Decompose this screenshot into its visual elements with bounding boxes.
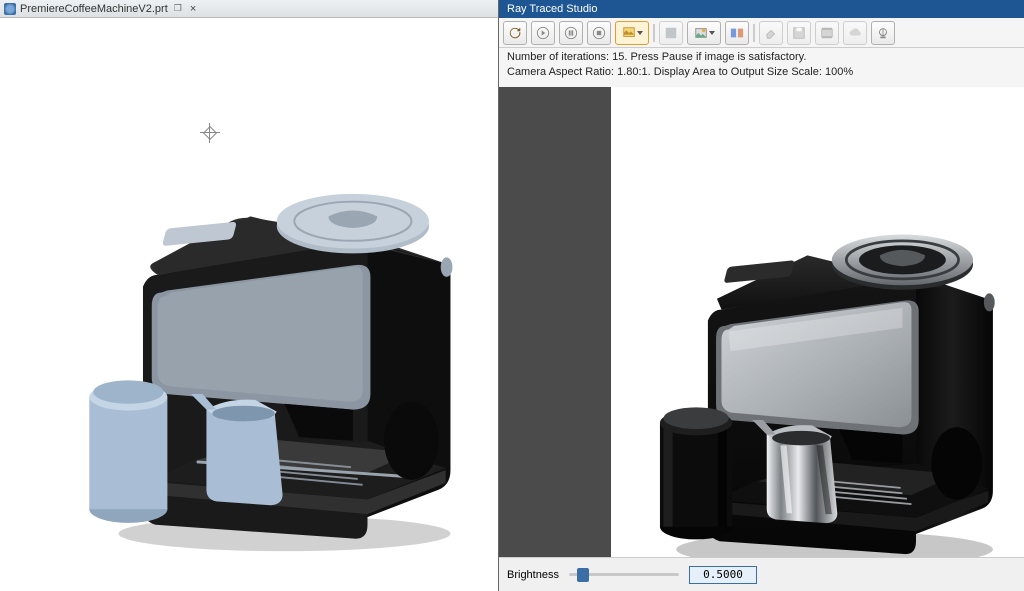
toolbar-separator bbox=[653, 24, 655, 42]
output-scale-value: 100% bbox=[825, 66, 853, 78]
brightness-label: Brightness bbox=[507, 569, 559, 581]
brightness-value-field[interactable]: 0.5000 bbox=[689, 566, 757, 584]
coffee-machine-rendered bbox=[631, 192, 1011, 557]
render-mode-dropdown[interactable] bbox=[615, 21, 649, 45]
iterations-value: 15 bbox=[612, 51, 624, 63]
model-viewport[interactable] bbox=[0, 18, 498, 591]
toolbar-separator-2 bbox=[753, 24, 755, 42]
render-viewport[interactable] bbox=[499, 87, 1024, 557]
render-status-text: Number of iterations: 15. Press Pause if… bbox=[499, 48, 1024, 87]
popout-icon[interactable]: ❐ bbox=[174, 3, 182, 14]
compare-button[interactable] bbox=[725, 21, 749, 45]
close-tab-icon[interactable]: × bbox=[188, 3, 198, 15]
brightness-slider[interactable] bbox=[569, 573, 679, 576]
raytrace-titlebar: Ray Traced Studio bbox=[499, 0, 1024, 18]
region-button[interactable] bbox=[659, 21, 683, 45]
brightness-bar: Brightness 0.5000 bbox=[499, 557, 1024, 591]
raytrace-title: Ray Traced Studio bbox=[507, 3, 598, 15]
model-viewport-panel: PremiereCoffeeMachineV2.prt ❐ × bbox=[0, 0, 499, 591]
snapshot-dropdown[interactable] bbox=[687, 21, 721, 45]
aspect-ratio-value: 1.80:1 bbox=[617, 66, 648, 78]
cursor-crosshair-icon bbox=[200, 123, 220, 143]
export-animation-button[interactable] bbox=[815, 21, 839, 45]
erase-button[interactable] bbox=[759, 21, 783, 45]
refresh-button[interactable] bbox=[503, 21, 527, 45]
cloud-render-button[interactable] bbox=[843, 21, 867, 45]
part-file-icon bbox=[4, 3, 16, 15]
pause-button[interactable] bbox=[559, 21, 583, 45]
global-illumination-button[interactable] bbox=[871, 21, 895, 45]
model-tab-filename[interactable]: PremiereCoffeeMachineV2.prt bbox=[20, 3, 168, 15]
raytrace-toolbar bbox=[499, 18, 1024, 48]
brightness-slider-thumb[interactable] bbox=[577, 568, 589, 582]
play-button[interactable] bbox=[531, 21, 555, 45]
raytrace-panel: Ray Traced Studio bbox=[499, 0, 1024, 591]
stop-button[interactable] bbox=[587, 21, 611, 45]
coffee-machine-shaded bbox=[60, 148, 470, 563]
model-tab-bar: PremiereCoffeeMachineV2.prt ❐ × bbox=[0, 0, 498, 18]
save-button[interactable] bbox=[787, 21, 811, 45]
render-output-area bbox=[611, 87, 1024, 557]
